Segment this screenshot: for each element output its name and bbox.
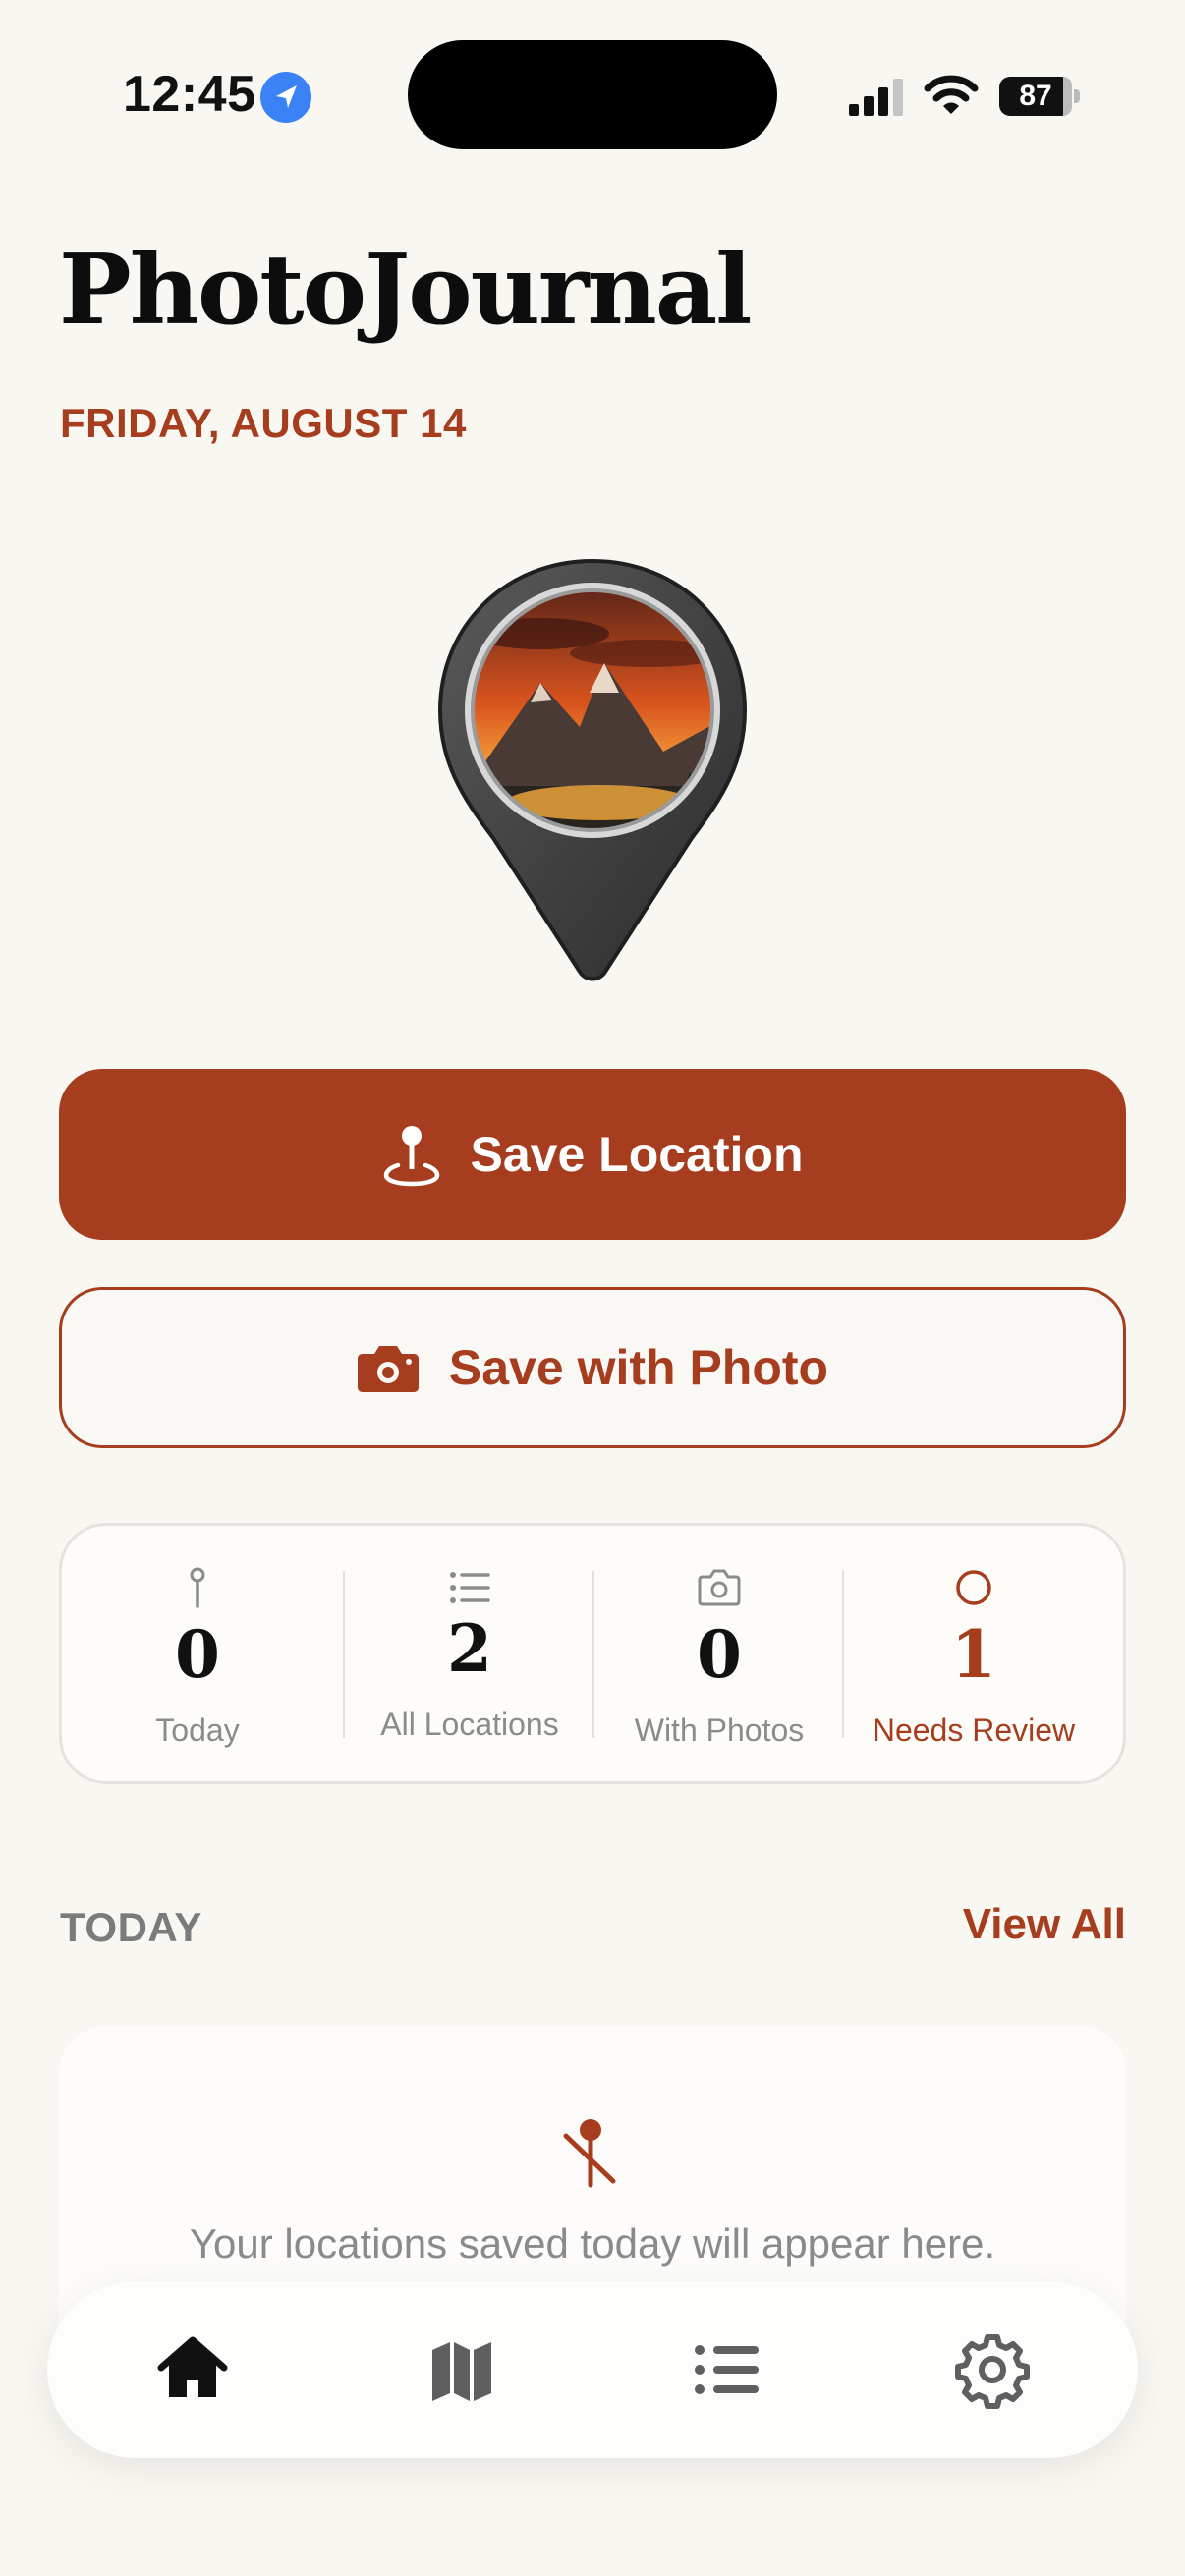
stat-today-value: 0 [175, 1616, 220, 1693]
map-pin-icon [382, 1122, 441, 1187]
current-date: FRIDAY, AUGUST 14 [60, 400, 467, 446]
status-time: 12:45 [123, 66, 256, 123]
stat-all-locations[interactable]: 2 All Locations [347, 1526, 592, 1787]
status-bar: 12:45 87 [0, 0, 1185, 149]
battery-indicator: 87 [999, 77, 1080, 116]
pin-icon [176, 1567, 219, 1608]
gear-icon [955, 2334, 1030, 2409]
stat-all-locations-label: All Locations [380, 1707, 559, 1742]
location-pin-illustration [432, 555, 753, 987]
tab-map[interactable] [423, 2330, 501, 2409]
home-icon [157, 2336, 228, 2397]
wifi-icon [924, 75, 979, 116]
stat-with-photos[interactable]: 0 With Photos [596, 1526, 842, 1787]
stat-with-photos-value: 0 [697, 1616, 742, 1693]
stats-card: 0 Today 2 All Locations 0 With Photos 1 … [59, 1523, 1126, 1784]
view-all-link[interactable]: View All [963, 1900, 1126, 1949]
save-with-photo-label: Save with Photo [448, 1340, 829, 1395]
save-location-button[interactable]: Save Location [59, 1069, 1126, 1240]
map-icon [432, 2342, 491, 2401]
battery-level: 87 [1019, 80, 1052, 112]
stat-today-label: Today [155, 1712, 240, 1748]
dynamic-island [408, 40, 777, 149]
cellular-signal-icon [849, 79, 908, 116]
tab-home[interactable] [153, 2330, 232, 2409]
page-title: PhotoJournal [59, 234, 753, 347]
location-arrow-icon [260, 72, 311, 123]
tab-bar [47, 2281, 1138, 2458]
save-location-label: Save Location [470, 1127, 804, 1182]
save-with-photo-button[interactable]: Save with Photo [59, 1287, 1126, 1448]
tab-list[interactable] [688, 2330, 766, 2409]
tab-settings[interactable] [953, 2330, 1032, 2409]
pin-slash-icon [560, 2116, 619, 2189]
stat-with-photos-label: With Photos [634, 1712, 805, 1748]
empty-state-message: Your locations saved today will appear h… [189, 2220, 996, 2267]
camera-icon [357, 1342, 420, 1393]
stat-needs-review-value: 1 [951, 1616, 996, 1693]
circle-icon [952, 1567, 995, 1608]
stat-today[interactable]: 0 Today [82, 1526, 313, 1787]
stat-needs-review[interactable]: 1 Needs Review [846, 1526, 1101, 1787]
stat-all-locations-value: 2 [447, 1610, 492, 1687]
stat-needs-review-label: Needs Review [872, 1712, 1076, 1748]
today-section-label: TODAY [60, 1904, 202, 1950]
camera-icon [698, 1567, 741, 1608]
list-icon [695, 2345, 759, 2394]
list-icon [448, 1567, 491, 1608]
